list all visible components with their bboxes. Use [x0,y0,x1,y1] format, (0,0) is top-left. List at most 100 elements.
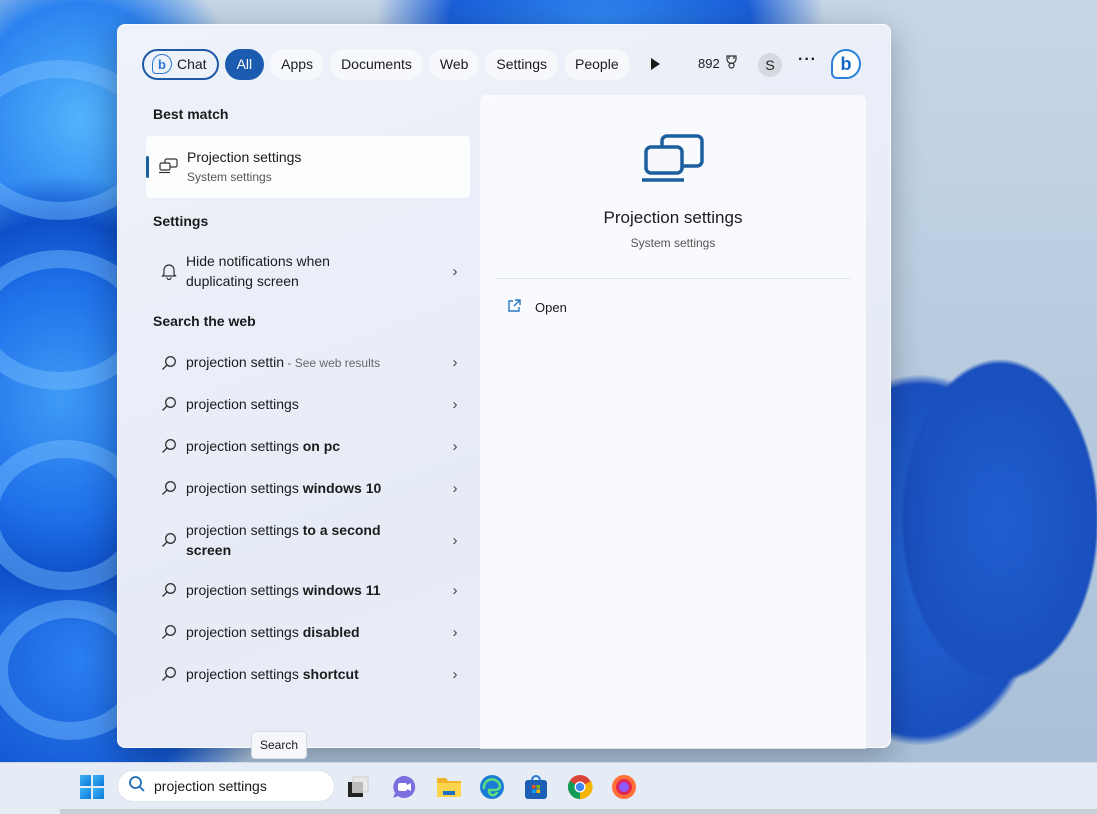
web-result-item[interactable]: projection settings disabled › [146,622,470,642]
bell-icon [146,262,186,280]
web-result-prefix: projection settings [186,438,299,454]
web-result-prefix: projection settings [186,480,299,496]
projection-icon-large [640,133,706,190]
bing-chat-button[interactable]: b [831,49,861,79]
more-options-button[interactable]: ··· [798,51,817,69]
search-icon [128,775,146,798]
settings-result-item[interactable]: Hide notifications when duplicating scre… [146,251,470,291]
web-result-hint: - See web results [284,356,381,370]
preview-title: Projection settings [603,208,743,227]
web-result-suffix: on pc [298,438,341,454]
taskbar-search-input[interactable] [154,778,324,794]
chevron-right-icon: › [452,437,458,455]
play-icon [651,58,661,70]
file-explorer-button[interactable] [436,774,462,800]
chevron-right-icon: › [452,354,458,371]
web-result-prefix: projection settings [186,666,299,682]
search-icon [146,355,186,371]
search-icon [146,438,186,454]
search-icon [146,480,186,496]
open-action[interactable]: Open [507,299,567,316]
divider [496,278,850,279]
web-result-item[interactable]: projection settings › [146,394,470,414]
web-result-label: projection settings shortcut [186,664,440,684]
tab-people[interactable]: People [564,48,630,80]
settings-heading: Settings [153,213,209,229]
windows-logo-tile [93,775,104,786]
tab-all[interactable]: All [224,48,265,80]
web-result-item[interactable]: projection settings on pc › [146,436,470,456]
best-match-item[interactable]: Projection settings System settings [146,136,470,198]
web-result-item[interactable]: projection settings shortcut › [146,664,470,684]
search-web-heading: Search the web [153,313,256,329]
web-result-item[interactable]: projection settings windows 10 › [146,478,470,498]
tab-documents[interactable]: Documents [330,48,423,80]
web-result-query: projection settin [186,354,285,370]
windows-logo-tile [80,788,91,799]
preview-subtitle: System settings [630,236,716,250]
chat-label: Chat [177,56,207,72]
filter-bar: b Chat All Apps Documents Web Settings P… [142,47,668,81]
settings-result-line1: Hide notifications when [186,253,330,269]
windows-logo-tile [80,775,91,786]
tab-settings[interactable]: Settings [485,48,559,80]
web-result-label: projection settings [186,394,440,414]
teams-chat-button[interactable] [391,774,417,800]
tab-apps[interactable]: Apps [270,48,325,80]
web-result-prefix: projection settings [186,582,299,598]
best-match-title: Projection settings [187,149,302,165]
web-result-item[interactable]: projection settings windows 11 › [146,580,470,600]
search-panel: b Chat All Apps Documents Web Settings P… [117,24,891,749]
chevron-right-icon: › [452,623,458,641]
web-result-prefix: projection settings [186,522,299,538]
tab-web[interactable]: Web [428,48,480,80]
chrome-button[interactable] [567,774,593,800]
chevron-right-icon: › [452,395,458,413]
web-result-suffix: windows 10 [298,480,382,496]
web-result-label: projection settings windows 11 [186,580,440,600]
web-result-item[interactable]: projection settings to a second screen › [146,520,470,560]
web-result-label: projection settings to a second screen [186,520,440,560]
web-result-prefix: projection settings [186,624,299,640]
selection-indicator [146,156,149,178]
web-result-label: projection settings disabled [186,622,440,642]
chevron-right-icon: › [452,581,458,599]
best-match-subtitle: System settings [187,170,272,184]
web-result-suffix: windows 11 [298,582,381,598]
trophy-icon [725,55,738,72]
web-result-suffix: disabled [298,624,360,640]
taskbar-search-box[interactable] [117,770,335,802]
more-filters-button[interactable] [644,49,668,80]
search-icon [146,532,186,548]
windows-logo-tile [93,788,104,799]
open-external-icon [507,299,521,316]
bing-icon: b [840,53,852,74]
taskbar [0,762,1097,814]
chevron-right-icon: › [452,479,458,497]
avatar[interactable]: S [758,53,782,77]
web-result-label: projection settin - See web results [186,352,440,373]
settings-result-label: Hide notifications when duplicating scre… [186,251,440,291]
chat-button[interactable]: b Chat [142,48,219,80]
chevron-right-icon: › [452,262,458,280]
firefox-button[interactable] [611,774,637,800]
web-result-line2: screen [186,542,232,558]
search-icon [146,396,186,412]
best-match-heading: Best match [153,106,229,122]
rewards-points[interactable]: 892 [698,55,738,72]
preview-pane: Projection settings System settings Open [480,95,866,749]
search-tooltip: Search [251,731,308,759]
chevron-right-icon: › [452,531,458,549]
search-icon [146,582,186,598]
projection-icon [158,158,178,179]
search-icon [146,666,186,682]
web-result-item[interactable]: projection settin - See web results › [146,352,470,373]
start-button[interactable] [80,775,104,799]
microsoft-store-button[interactable] [523,774,549,800]
taskbar-bottom-strip [60,809,1097,814]
chevron-right-icon: › [452,665,458,683]
web-result-prefix: projection settings [186,396,299,412]
task-view-button[interactable] [345,774,371,800]
web-result-suffix: to a second [298,522,381,538]
edge-button[interactable] [479,774,505,800]
